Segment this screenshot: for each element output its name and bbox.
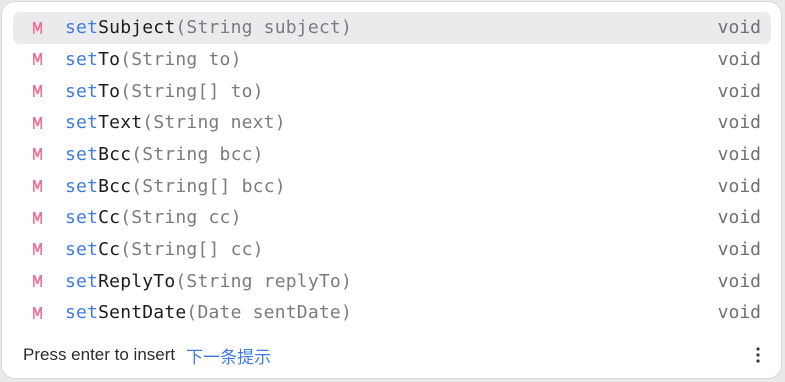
method-name: Subject [98,17,176,39]
method-prefix: set [65,175,99,197]
method-prefix: set [65,207,99,229]
method-name: Text [98,112,143,134]
method-icon [33,211,42,224]
method-icon [33,116,42,129]
method-signature: setReplyTo(String replyTo) [65,271,352,292]
return-type: void [717,17,761,39]
method-params: (String[] cc) [120,238,264,260]
completion-item[interactable]: setTo(String to) void [13,44,771,76]
method-name: Bcc [98,175,132,197]
method-signature: setSentDate(Date sentDate) [65,302,352,323]
completion-popup: setSubject(String subject) void setTo(St… [1,1,782,379]
return-type: void [717,207,761,229]
method-icon [33,85,42,98]
method-params: (String[] bcc) [131,175,286,197]
method-signature: setText(String next) [65,112,286,133]
return-type: void [717,302,761,324]
completion-item[interactable]: setCc(String[] cc) void [13,234,771,266]
method-prefix: set [65,270,99,292]
method-icon [33,243,42,256]
method-name: Bcc [98,143,132,165]
method-prefix: set [65,48,99,70]
return-type: void [717,175,761,197]
method-signature: setCc(String[] cc) [65,239,264,260]
method-prefix: set [65,112,99,134]
method-name: Cc [98,238,121,260]
method-prefix: set [65,17,99,39]
completion-list: setSubject(String subject) void setTo(St… [2,12,781,329]
method-prefix: set [65,80,99,102]
method-prefix: set [65,238,99,260]
completion-footer: Press enter to insert 下一条提示 [2,332,781,378]
method-signature: setTo(String to) [65,49,242,70]
method-icon [33,275,42,288]
method-params: (String cc) [120,207,242,229]
method-params: (String subject) [175,17,352,39]
method-signature: setCc(String cc) [65,207,242,228]
return-type: void [717,143,761,165]
method-icon [33,306,42,319]
completion-item[interactable]: setCc(String cc) void [13,202,771,234]
completion-item[interactable]: setText(String next) void [13,107,771,139]
method-icon [33,148,42,161]
method-signature: setTo(String[] to) [65,81,264,102]
method-name: To [98,48,121,70]
method-params: (String replyTo) [175,270,352,292]
method-signature: setBcc(String bcc) [65,144,264,165]
return-type: void [717,112,761,134]
return-type: void [717,48,761,70]
method-params: (String next) [142,112,286,134]
completion-item[interactable]: setBcc(String bcc) void [13,139,771,171]
return-type: void [717,80,761,102]
completion-item[interactable]: setSentDate(Date sentDate) void [13,297,771,329]
method-signature: setSubject(String subject) [65,17,352,38]
method-icon [33,21,42,34]
next-tip-link[interactable]: 下一条提示 [186,343,271,368]
return-type: void [717,270,761,292]
method-params: (String to) [120,48,242,70]
method-params: (String[] to) [120,80,264,102]
return-type: void [717,238,761,260]
completion-item[interactable]: setReplyTo(String replyTo) void [13,265,771,297]
completion-item[interactable]: setBcc(String[] bcc) void [13,170,771,202]
more-vertical-icon[interactable] [751,346,765,364]
method-params: (Date sentDate) [186,302,352,324]
method-prefix: set [65,143,99,165]
method-signature: setBcc(String[] bcc) [65,176,286,197]
method-name: ReplyTo [98,270,176,292]
method-icon [33,180,42,193]
method-prefix: set [65,302,99,324]
completion-item[interactable]: setTo(String[] to) void [13,75,771,107]
insert-hint: Press enter to insert [23,345,176,364]
method-params: (String bcc) [131,143,264,165]
method-name: To [98,80,121,102]
method-name: Cc [98,207,121,229]
method-name: SentDate [98,302,187,324]
method-icon [33,53,42,66]
completion-item[interactable]: setSubject(String subject) void [13,12,771,44]
